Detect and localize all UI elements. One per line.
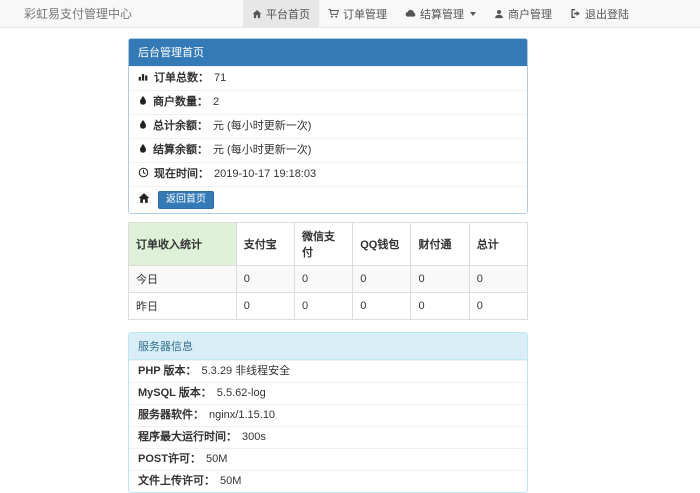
- column-header-wechat: 微信支付: [294, 223, 352, 266]
- server-row-value: 5.3.29 非线程安全: [201, 365, 290, 378]
- server-row-label: 程序最大运行时间：: [138, 431, 237, 444]
- cell-value: 0: [469, 293, 527, 320]
- income-table: 订单收入统计 支付宝 微信支付 QQ钱包 财付通 总计 今日 0 0 0 0 0…: [128, 222, 528, 320]
- nav-item-platform-home[interactable]: 平台首页: [243, 0, 319, 27]
- server-row-label: 文件上传许可：: [138, 475, 215, 488]
- server-row-value: 50M: [220, 475, 241, 488]
- server-row-label: MySQL 版本：: [138, 387, 212, 400]
- stat-label: 结算余额：: [153, 144, 208, 157]
- caret-down-icon: [470, 12, 476, 16]
- main-content: 后台管理首页 订单总数： 71 商户数量： 2 总计余额： 元 (每小时更新一次…: [128, 38, 528, 493]
- stat-value: 2019-10-17 19:18:03: [214, 168, 316, 181]
- row-label: 今日: [129, 266, 237, 293]
- server-row-label: 服务器软件：: [138, 409, 204, 422]
- stat-label: 商户数量：: [153, 96, 208, 109]
- nav-item-label: 结算管理: [420, 6, 464, 22]
- brand-title: 彩虹易支付管理中心: [0, 0, 132, 27]
- server-row-upload-limit: 文件上传许可： 50M: [129, 470, 527, 492]
- server-row-value: 5.5.62-log: [217, 387, 266, 400]
- clock-icon: [138, 167, 149, 182]
- server-row-mysql-version: MySQL 版本： 5.5.62-log: [129, 382, 527, 404]
- nav-item-merchant-management[interactable]: 商户管理: [485, 0, 561, 27]
- column-header-tenpay: 财付通: [411, 223, 469, 266]
- stat-label: 现在时间：: [154, 168, 209, 181]
- income-table-header-row: 订单收入统计 支付宝 微信支付 QQ钱包 财付通 总计: [129, 223, 528, 266]
- stat-label: 总计余额：: [153, 120, 208, 133]
- stat-row-settlement-balance: 结算余额： 元 (每小时更新一次): [129, 138, 527, 162]
- server-row-post-limit: POST许可： 50M: [129, 448, 527, 470]
- nav-item-label: 平台首页: [266, 6, 310, 22]
- server-row-server-software: 服务器软件： nginx/1.15.10: [129, 404, 527, 426]
- nav-item-label: 商户管理: [508, 6, 552, 22]
- cloud-icon: [405, 8, 416, 19]
- column-header-total: 总计: [469, 223, 527, 266]
- cell-value: 0: [353, 293, 411, 320]
- table-row-today: 今日 0 0 0 0 0: [129, 266, 528, 293]
- stat-value: 71: [214, 72, 226, 85]
- server-row-php-version: PHP 版本： 5.3.29 非线程安全: [129, 360, 527, 382]
- user-icon: [494, 9, 504, 19]
- server-row-value: 50M: [206, 453, 227, 466]
- cart-icon: [328, 8, 339, 19]
- column-header-alipay: 支付宝: [236, 223, 294, 266]
- row-label: 昨日: [129, 293, 237, 320]
- server-row-max-exec-time: 程序最大运行时间： 300s: [129, 426, 527, 448]
- cell-value: 0: [294, 266, 352, 293]
- cell-value: 0: [353, 266, 411, 293]
- cell-value: 0: [294, 293, 352, 320]
- stat-row-current-time: 现在时间： 2019-10-17 19:18:03: [129, 162, 527, 186]
- cell-value: 0: [411, 293, 469, 320]
- stat-row-total-orders: 订单总数： 71: [129, 66, 527, 90]
- tint-icon: [138, 95, 148, 110]
- bar-chart-icon: [138, 71, 149, 86]
- server-row-label: POST许可：: [138, 453, 201, 466]
- stat-row-total-balance: 总计余额： 元 (每小时更新一次): [129, 114, 527, 138]
- income-table-title-cell: 订单收入统计: [129, 223, 237, 266]
- stat-row-merchant-count: 商户数量： 2: [129, 90, 527, 114]
- cell-value: 0: [469, 266, 527, 293]
- server-panel-title: 服务器信息: [129, 333, 527, 360]
- nav-item-label: 订单管理: [343, 6, 387, 22]
- table-row-yesterday: 昨日 0 0 0 0 0: [129, 293, 528, 320]
- stat-value: 元 (每小时更新一次): [213, 120, 311, 133]
- cell-value: 0: [236, 266, 294, 293]
- column-header-qq-wallet: QQ钱包: [353, 223, 411, 266]
- return-home-row: 返回首页: [129, 186, 527, 213]
- stat-value: 2: [213, 96, 219, 109]
- tint-icon: [138, 143, 148, 158]
- home-icon: [252, 9, 262, 19]
- home-icon: [138, 192, 150, 208]
- main-nav: 平台首页 订单管理 结算管理 商户管理 退出登陆: [243, 0, 638, 27]
- dashboard-panel-title: 后台管理首页: [129, 39, 527, 66]
- top-navbar: 彩虹易支付管理中心 平台首页 订单管理 结算管理 商户管理 退出登陆: [0, 0, 700, 28]
- nav-item-order-management[interactable]: 订单管理: [319, 0, 396, 27]
- server-info-panel: 服务器信息 PHP 版本： 5.3.29 非线程安全 MySQL 版本： 5.5…: [128, 332, 528, 493]
- server-row-label: PHP 版本：: [138, 365, 196, 378]
- nav-item-settlement-management[interactable]: 结算管理: [396, 0, 485, 27]
- cell-value: 0: [236, 293, 294, 320]
- server-row-value: 300s: [242, 431, 266, 444]
- dashboard-panel: 后台管理首页 订单总数： 71 商户数量： 2 总计余额： 元 (每小时更新一次…: [128, 38, 528, 214]
- nav-item-label: 退出登陆: [585, 6, 629, 22]
- stat-value: 元 (每小时更新一次): [213, 144, 311, 157]
- signout-icon: [570, 8, 581, 19]
- return-home-button[interactable]: 返回首页: [158, 191, 214, 209]
- cell-value: 0: [411, 266, 469, 293]
- nav-item-logout[interactable]: 退出登陆: [561, 0, 638, 27]
- tint-icon: [138, 119, 148, 134]
- server-row-value: nginx/1.15.10: [209, 409, 275, 422]
- stat-label: 订单总数：: [154, 72, 209, 85]
